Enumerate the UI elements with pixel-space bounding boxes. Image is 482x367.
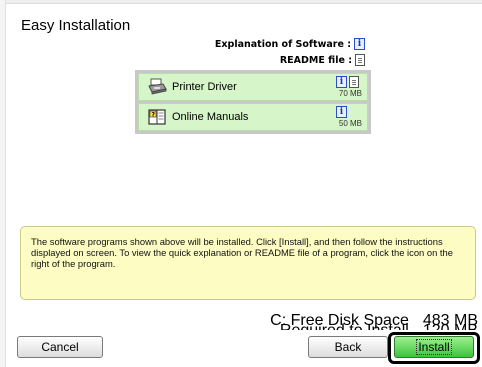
disk-space-info: C: Free Disk Space 483 MB Space Required… bbox=[270, 312, 478, 332]
software-actions: i bbox=[336, 76, 359, 88]
software-item-online-manuals: ? Online Manuals i 50 MB bbox=[138, 103, 368, 131]
svg-text:?: ? bbox=[152, 112, 156, 119]
manual-book-icon: ? bbox=[148, 109, 166, 125]
software-actions: i bbox=[336, 106, 347, 118]
window-top-edge bbox=[0, 0, 482, 4]
legend-explanation-label: Explanation of Software : bbox=[214, 38, 351, 50]
legend-explanation: Explanation of Software : i bbox=[215, 38, 365, 50]
info-icon[interactable]: i bbox=[336, 76, 347, 88]
printer-icon bbox=[148, 78, 167, 95]
software-size: 70 MB bbox=[338, 89, 362, 98]
instructions-message: The software programs shown above will b… bbox=[20, 226, 476, 300]
back-button[interactable]: Back bbox=[308, 336, 388, 358]
software-list: Printer Driver i 70 MB ? Online Manuals … bbox=[135, 70, 371, 134]
software-size: 50 MB bbox=[338, 119, 362, 128]
cancel-button[interactable]: Cancel bbox=[17, 336, 103, 358]
window-left-edge bbox=[0, 0, 6, 367]
install-button-label: Install bbox=[416, 339, 452, 355]
info-icon: i bbox=[354, 38, 365, 50]
page-title: Easy Installation bbox=[21, 17, 131, 34]
required-space-label: Space Required to Install bbox=[278, 322, 409, 330]
software-name: Printer Driver bbox=[172, 81, 237, 93]
required-space-row: Space Required to Install 120 MB bbox=[278, 322, 478, 330]
install-button[interactable]: Install bbox=[394, 336, 474, 358]
required-space-value: 120 MB bbox=[423, 322, 478, 330]
free-disk-space-row: C: Free Disk Space 483 MB bbox=[270, 312, 478, 329]
readme-file-icon[interactable] bbox=[349, 76, 359, 88]
readme-file-icon bbox=[355, 54, 365, 66]
software-name: Online Manuals bbox=[172, 111, 249, 123]
legend-readme-label: README file : bbox=[279, 54, 352, 66]
info-icon[interactable]: i bbox=[336, 106, 347, 118]
free-disk-space-label: C: Free Disk Space bbox=[270, 312, 409, 329]
software-item-printer-driver: Printer Driver i 70 MB bbox=[138, 73, 368, 101]
legend-readme: README file : bbox=[280, 54, 365, 66]
free-disk-space-value: 483 MB bbox=[422, 312, 478, 329]
